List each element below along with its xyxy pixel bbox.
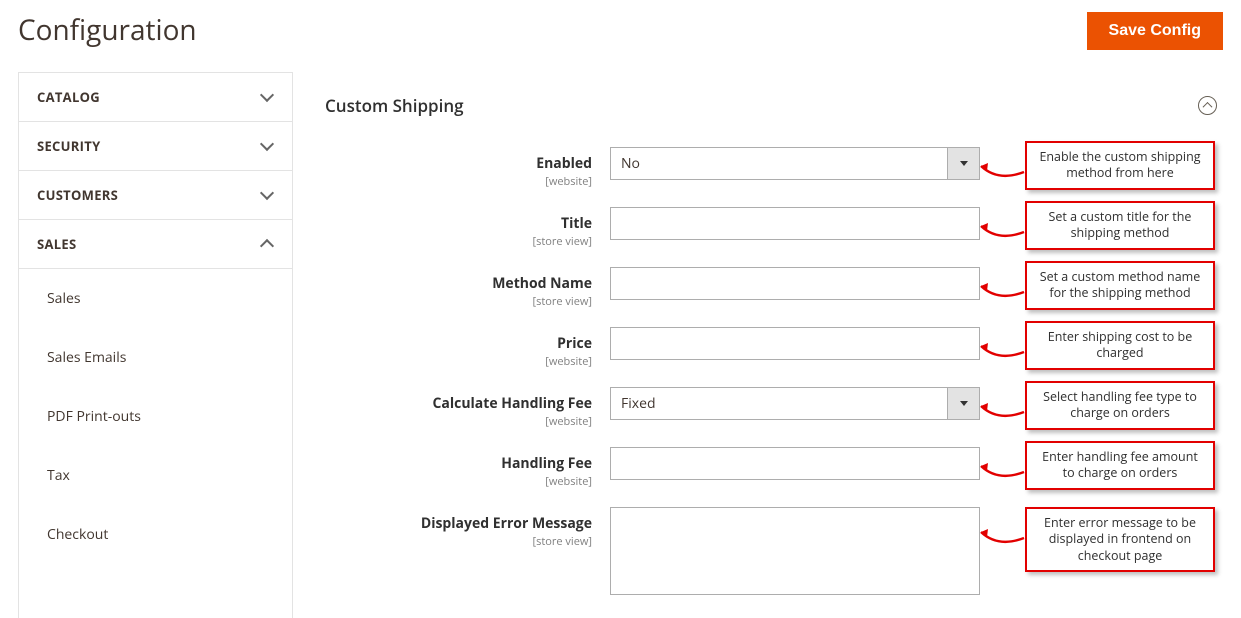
handling-fee-input[interactable] [610, 447, 980, 480]
field-row-price: Price [website] Enter shipping cost to b… [325, 327, 1223, 369]
sidebar-section-label: CATALOG [37, 88, 100, 106]
callout-handling-fee: Enter handling fee amount to charge on o… [1025, 441, 1215, 490]
enabled-select[interactable]: No [610, 147, 980, 180]
section-title: Custom Shipping [325, 94, 464, 117]
sidebar: CATALOG SECURITY CUSTOMERS SALES Sales S… [18, 72, 293, 618]
field-label-wrap: Price [website] [325, 327, 610, 369]
sidebar-section-sales[interactable]: SALES [19, 220, 292, 269]
chevron-up-icon [260, 237, 274, 251]
chevron-down-icon [260, 90, 274, 104]
field-label: Handling Fee [501, 454, 592, 473]
field-label-wrap: Calculate Handling Fee [website] [325, 387, 610, 429]
annotation-arrow-icon [978, 460, 1028, 482]
select-value: Fixed [611, 388, 947, 419]
sidebar-section-security[interactable]: SECURITY [19, 122, 292, 171]
caret-down-icon [947, 388, 979, 419]
annotation-arrow-icon [978, 280, 1028, 302]
chevron-down-icon [260, 139, 274, 153]
page-title: Configuration [18, 11, 197, 49]
sidebar-section-label: SECURITY [37, 137, 100, 155]
sidebar-item-tax[interactable]: Tax [19, 446, 292, 505]
callout-title: Set a custom title for the shipping meth… [1025, 201, 1215, 250]
sidebar-item-pdf-printouts[interactable]: PDF Print-outs [19, 387, 292, 446]
sidebar-sales-subitems: Sales Sales Emails PDF Print-outs Tax Ch… [19, 269, 292, 564]
field-label-wrap: Title [store view] [325, 207, 610, 249]
field-label-wrap: Displayed Error Message [store view] [325, 507, 610, 549]
sidebar-item-sales-emails[interactable]: Sales Emails [19, 328, 292, 387]
field-scope: [store view] [325, 294, 592, 309]
sidebar-item-sales[interactable]: Sales [19, 269, 292, 328]
calc-handling-select[interactable]: Fixed [610, 387, 980, 420]
price-input[interactable] [610, 327, 980, 360]
field-row-title: Title [store view] Set a custom title fo… [325, 207, 1223, 249]
annotation-arrow-icon [978, 400, 1028, 422]
content-area: Custom Shipping Enabled [website] No Ena… [293, 72, 1223, 618]
field-scope: [website] [325, 354, 592, 369]
field-row-calc-handling: Calculate Handling Fee [website] Fixed S… [325, 387, 1223, 429]
sidebar-item-checkout[interactable]: Checkout [19, 505, 292, 564]
field-label: Method Name [492, 274, 592, 293]
annotation-arrow-icon [978, 220, 1028, 242]
field-label: Displayed Error Message [421, 514, 592, 533]
field-row-method-name: Method Name [store view] Set a custom me… [325, 267, 1223, 309]
field-scope: [website] [325, 174, 592, 189]
field-scope: [website] [325, 474, 592, 489]
callout-method-name: Set a custom method name for the shippin… [1025, 261, 1215, 310]
field-row-handling-fee: Handling Fee [website] Enter handling fe… [325, 447, 1223, 489]
field-label: Price [557, 334, 592, 353]
annotation-arrow-icon [978, 526, 1028, 548]
title-input[interactable] [610, 207, 980, 240]
field-scope: [store view] [325, 234, 592, 249]
callout-error-message: Enter error message to be displayed in f… [1025, 507, 1215, 572]
field-label: Enabled [536, 154, 592, 173]
method-name-input[interactable] [610, 267, 980, 300]
callout-enabled: Enable the custom shipping method from h… [1025, 141, 1215, 190]
save-config-button[interactable]: Save Config [1087, 12, 1223, 50]
field-row-enabled: Enabled [website] No Enable the custom s… [325, 147, 1223, 189]
field-label-wrap: Handling Fee [website] [325, 447, 610, 489]
field-row-error-message: Displayed Error Message [store view] Ent… [325, 507, 1223, 600]
sidebar-section-label: CUSTOMERS [37, 186, 118, 204]
field-label: Calculate Handling Fee [432, 394, 592, 413]
caret-down-icon [947, 148, 979, 179]
annotation-arrow-icon [978, 160, 1028, 182]
field-label-wrap: Method Name [store view] [325, 267, 610, 309]
callout-price: Enter shipping cost to be charged [1025, 321, 1215, 370]
field-label-wrap: Enabled [website] [325, 147, 610, 189]
sidebar-section-label: SALES [37, 235, 76, 253]
chevron-down-icon [260, 188, 274, 202]
field-label: Title [561, 214, 592, 233]
collapse-section-icon[interactable] [1198, 96, 1217, 115]
annotation-arrow-icon [978, 340, 1028, 362]
field-scope: [store view] [325, 534, 592, 549]
select-value: No [611, 148, 947, 179]
sidebar-section-customers[interactable]: CUSTOMERS [19, 171, 292, 220]
sidebar-section-catalog[interactable]: CATALOG [19, 73, 292, 122]
callout-calc-handling: Select handling fee type to charge on or… [1025, 381, 1215, 430]
field-scope: [website] [325, 414, 592, 429]
